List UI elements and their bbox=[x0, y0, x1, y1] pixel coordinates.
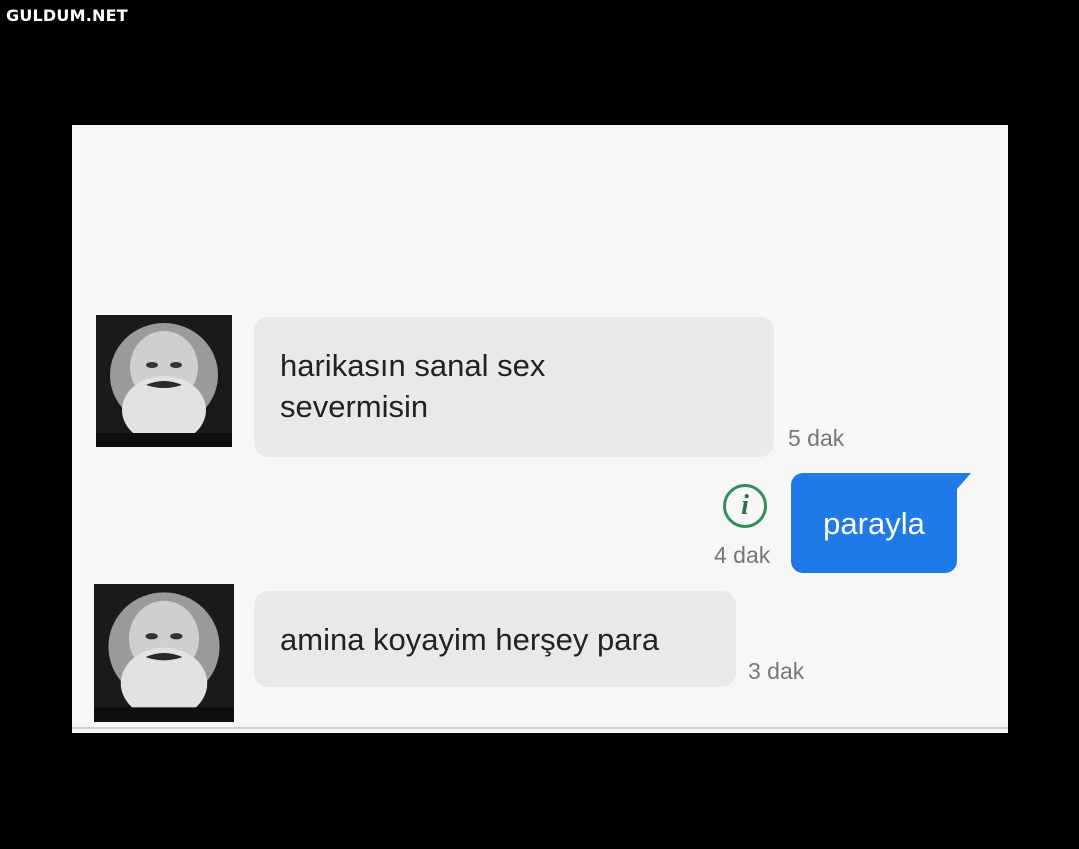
message-bubble-outgoing[interactable]: parayla bbox=[791, 473, 971, 573]
chat-screen: harikasın sanal sex severmisin 5 dak i 4… bbox=[72, 125, 1008, 733]
message-text: harikasın sanal sex severmisin bbox=[280, 348, 546, 424]
message-time: 4 dak bbox=[714, 542, 771, 568]
message-bubble-incoming[interactable]: harikasın sanal sex severmisin bbox=[254, 317, 774, 457]
watermark-logo: GULDUM.NET bbox=[6, 6, 128, 25]
message-text: parayla bbox=[823, 506, 925, 541]
avatar-portrait bbox=[96, 315, 232, 447]
avatar-portrait bbox=[94, 584, 234, 722]
bottom-divider bbox=[72, 727, 1008, 729]
message-time: 5 dak bbox=[788, 425, 845, 451]
message-text: amina koyayim herşey para bbox=[280, 622, 660, 657]
contact-avatar[interactable] bbox=[96, 315, 232, 447]
message-bubble-incoming[interactable]: amina koyayim herşey para bbox=[254, 591, 736, 687]
contact-avatar[interactable] bbox=[94, 584, 234, 722]
message-time: 3 dak bbox=[748, 658, 805, 684]
info-icon[interactable]: i bbox=[723, 484, 767, 528]
